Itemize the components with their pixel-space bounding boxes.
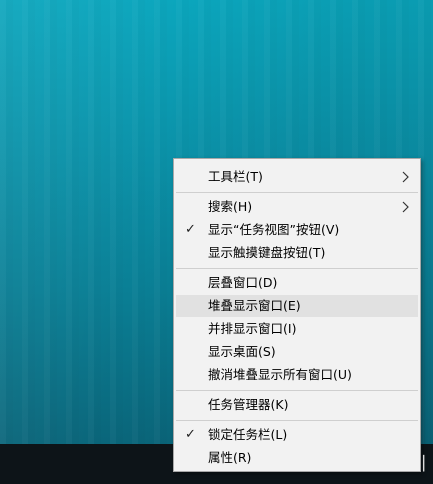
menu-item-label: 搜索(H) (208, 199, 253, 214)
check-icon: ✓ (185, 222, 196, 237)
menu-item-task-manager[interactable]: 任务管理器(K) (176, 394, 418, 416)
submenu-arrow-icon (402, 171, 409, 183)
check-icon: ✓ (185, 427, 196, 442)
menu-item-properties[interactable]: 属性(R) (176, 447, 418, 469)
menu-item-label: 并排显示窗口(I) (208, 321, 297, 336)
menu-item-search[interactable]: 搜索(H) (176, 196, 418, 218)
menu-item-label: 撤消堆叠显示所有窗口(U) (208, 367, 352, 382)
menu-item-lock-taskbar[interactable]: ✓ 锁定任务栏(L) (176, 424, 418, 446)
menu-item-toolbars[interactable]: 工具栏(T) (176, 166, 418, 188)
menu-separator (176, 268, 418, 269)
menu-item-label: 工具栏(T) (208, 169, 263, 184)
menu-item-show-touch-keyboard-button[interactable]: 显示触摸键盘按钮(T) (176, 242, 418, 264)
taskbar-context-menu: 工具栏(T) 搜索(H) ✓ 显示“任务视图”按钮(V) 显示触摸键盘按钮(T)… (173, 158, 421, 472)
menu-item-label: 属性(R) (208, 450, 252, 465)
menu-item-cascade-windows[interactable]: 层叠窗口(D) (176, 272, 418, 294)
menu-separator (176, 192, 418, 193)
menu-item-side-by-side-windows[interactable]: 并排显示窗口(I) (176, 318, 418, 340)
menu-item-label: 层叠窗口(D) (208, 275, 278, 290)
menu-item-label: 显示触摸键盘按钮(T) (208, 245, 326, 260)
menu-item-stack-windows[interactable]: 堆叠显示窗口(E) (176, 295, 418, 317)
menu-separator (176, 420, 418, 421)
menu-item-show-task-view-button[interactable]: ✓ 显示“任务视图”按钮(V) (176, 219, 418, 241)
menu-item-undo-stack-windows[interactable]: 撤消堆叠显示所有窗口(U) (176, 364, 418, 386)
menu-item-show-desktop[interactable]: 显示桌面(S) (176, 341, 418, 363)
menu-item-label: 锁定任务栏(L) (208, 427, 288, 442)
menu-separator (176, 390, 418, 391)
menu-item-label: 任务管理器(K) (208, 397, 289, 412)
menu-item-label: 堆叠显示窗口(E) (208, 298, 301, 313)
submenu-arrow-icon (402, 201, 409, 213)
tray-edge-icon[interactable]: ▏ (423, 455, 433, 473)
menu-item-label: 显示桌面(S) (208, 344, 276, 359)
menu-item-label: 显示“任务视图”按钮(V) (208, 222, 340, 237)
